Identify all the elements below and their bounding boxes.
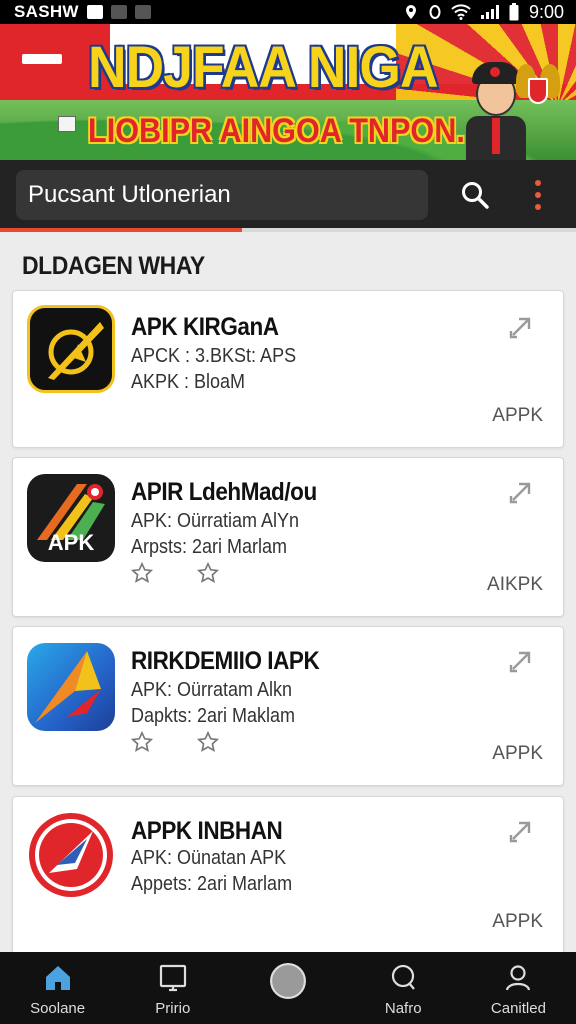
hero-banner[interactable]: NDJFAA NIGA LIOBIPR AINGOA TNPON. — [0, 24, 576, 160]
search-icon[interactable] — [460, 180, 490, 210]
app-card[interactable]: RIRKDEMIIO IAPK APK: Oürratam Alkn Dapkt… — [12, 626, 564, 786]
banner-subtitle: LIOBIPR AINGOA TNPON. — [88, 112, 465, 150]
external-link-icon[interactable] — [507, 313, 535, 341]
status-bar-text: SASHW — [14, 2, 79, 21]
app-card[interactable]: APK KIRGanA APCK : 3.BKSt: APS AKPK : Bl… — [12, 290, 564, 448]
apk-tag: APPK — [492, 743, 543, 764]
nav-item-display[interactable]: Pririo — [115, 952, 230, 1024]
status-bar: SASHW 9:00 — [0, 0, 576, 24]
app-icon — [27, 305, 115, 393]
external-link-icon[interactable] — [507, 647, 535, 675]
home-icon — [45, 966, 70, 990]
app-name: RIRKDEMIIO IAPK — [131, 647, 320, 675]
apk-tag: APPK — [492, 405, 543, 426]
external-link-icon[interactable] — [507, 478, 535, 506]
bottom-navigation: Soolane Pririo Nafro Canitled — [0, 952, 576, 1024]
rating-stars[interactable] — [131, 731, 219, 753]
nav-item-messages[interactable]: Nafro — [346, 952, 461, 1024]
nav-label: Soolane — [30, 1000, 86, 1017]
app-detail-1: APCK : 3.BKSt: APS — [131, 345, 297, 367]
app-name: APK KIRGanA — [131, 313, 279, 341]
search-bar: Pucsant Utlonerian — [0, 160, 576, 232]
nav-label: Canitled — [490, 1000, 546, 1017]
progress-fill — [0, 228, 242, 232]
star-outline-icon[interactable] — [131, 731, 153, 753]
monitor-icon — [159, 964, 186, 992]
more-options-icon[interactable] — [532, 180, 544, 210]
rating-stars[interactable] — [131, 562, 219, 584]
star-outline-icon[interactable] — [197, 562, 219, 584]
house-graphic — [58, 116, 76, 132]
external-link-icon[interactable] — [507, 817, 535, 845]
notification-icon — [86, 5, 103, 19]
app-screen: SASHW 9:00 NDJFAA NIGA LIOBIPR AINGOA TN… — [0, 0, 576, 1024]
status-bar-right: 9:00 — [403, 2, 564, 23]
app-icon — [27, 811, 115, 899]
app-card[interactable]: APK APIR LdehMad/ou APK: Oürratiam AlYn … — [12, 457, 564, 617]
app-detail-2: Dapkts: 2ari Maklam — [131, 705, 296, 727]
nav-item-center[interactable] — [230, 952, 345, 1024]
loading-progress-bar — [0, 228, 576, 232]
notification-icon-3 — [134, 5, 151, 19]
banner-title: NDJFAA NIGA — [88, 35, 439, 100]
status-bar-left: SASHW — [14, 2, 151, 22]
sync-icon — [429, 5, 441, 19]
status-time: 9:00 — [528, 1, 564, 22]
wifi-icon — [451, 4, 471, 20]
signal-icon — [480, 5, 499, 19]
garuda-emblem-icon — [516, 54, 560, 114]
nav-item-profile[interactable]: Canitled — [461, 952, 576, 1024]
app-detail-1: APK: Oürratam Alkn — [131, 679, 293, 701]
star-outline-icon[interactable] — [131, 562, 153, 584]
nav-item-home[interactable]: Soolane — [0, 952, 115, 1024]
app-detail-1: APK: Oünatan APK — [131, 847, 287, 869]
app-detail-1: APK: Oürratiam AlYn — [131, 510, 300, 532]
nav-label: Nafro — [384, 1000, 422, 1017]
apk-tag: AIKPK — [487, 574, 543, 595]
app-detail-2: Arpsts: 2ari Marlam — [131, 536, 288, 558]
app-name: APIR LdehMad/ou — [131, 478, 317, 506]
app-icon-label: APK — [47, 530, 95, 555]
nav-label: Pririo — [155, 1000, 191, 1017]
location-icon — [405, 5, 416, 19]
app-detail-2: AKPK : BloaM — [131, 371, 246, 393]
app-icon: APK — [27, 474, 115, 562]
section-title: DLDAGEN WHAY — [22, 252, 205, 280]
app-card[interactable]: APPK INBHAN APK: Oünatan APK Appets: 2ar… — [12, 796, 564, 956]
app-name: APPK INBHAN — [131, 817, 283, 845]
apk-tag: APPK — [492, 911, 543, 932]
notification-icon-2 — [110, 5, 127, 19]
home-circle-button-icon — [270, 963, 306, 999]
battery-icon — [509, 3, 519, 21]
app-detail-2: Appets: 2ari Marlam — [131, 873, 293, 895]
search-input[interactable]: Pucsant Utlonerian — [16, 170, 428, 220]
user-icon — [506, 965, 531, 991]
chat-bubble-icon — [392, 964, 416, 990]
app-icon — [27, 643, 115, 731]
star-outline-icon[interactable] — [197, 731, 219, 753]
